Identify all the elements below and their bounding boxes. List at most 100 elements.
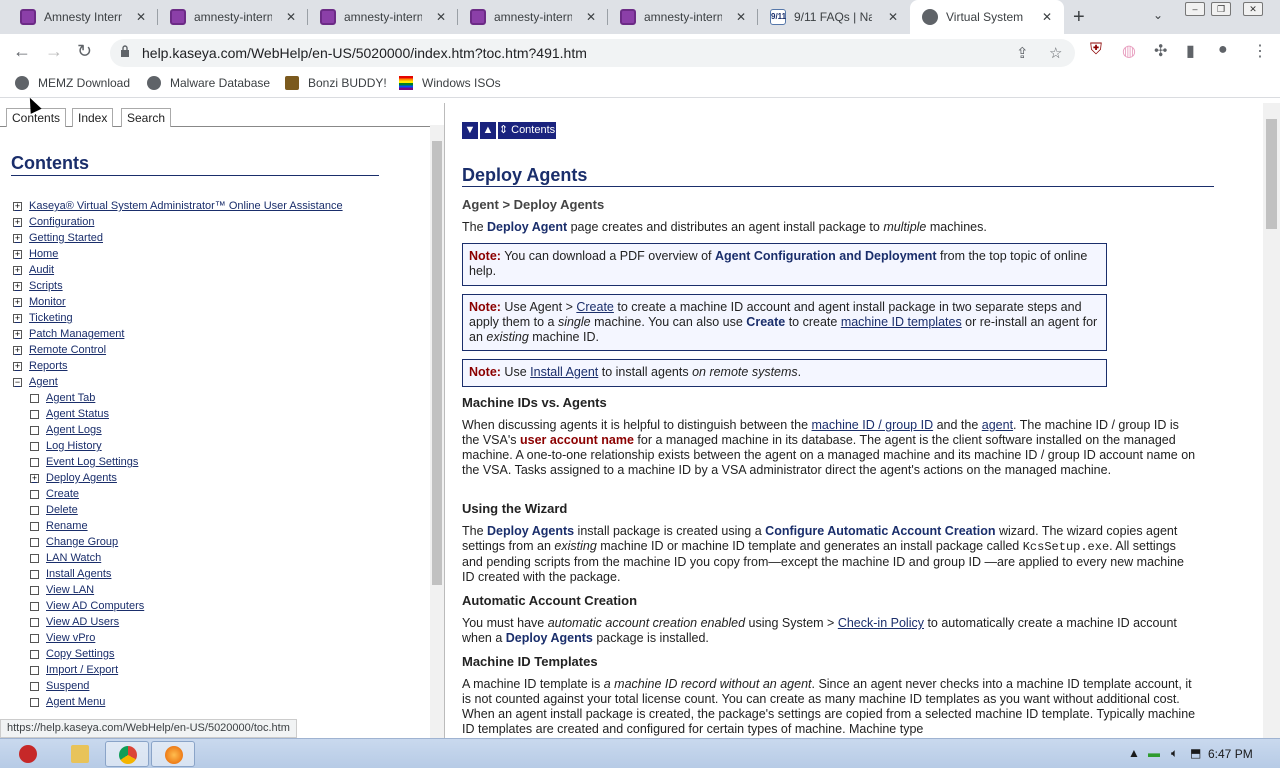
- bookmark-star-icon[interactable]: ☆: [1049, 44, 1062, 62]
- contents-sync-button[interactable]: ⇕ Contents: [498, 122, 556, 139]
- toc-item[interactable]: Delete: [30, 504, 78, 516]
- page-icon[interactable]: [30, 633, 39, 643]
- page-icon[interactable]: [30, 489, 39, 499]
- page-icon[interactable]: [30, 521, 39, 531]
- toc-item[interactable]: + Deploy Agents: [30, 472, 117, 484]
- expand-plus-icon[interactable]: +: [13, 297, 22, 307]
- toc-item[interactable]: Import / Export: [30, 664, 118, 676]
- share-icon[interactable]: ⇪: [1016, 44, 1029, 62]
- toc-item[interactable]: + Reports: [13, 360, 68, 372]
- taskbar-explorer[interactable]: [58, 741, 102, 767]
- agent-link[interactable]: agent: [982, 418, 1013, 432]
- page-icon[interactable]: [30, 505, 39, 515]
- extension-globe-icon[interactable]: ◍: [1122, 41, 1136, 61]
- page-icon[interactable]: [30, 601, 39, 611]
- page-icon[interactable]: [30, 617, 39, 627]
- content-scrollbar[interactable]: [1263, 103, 1280, 738]
- profile-avatar-icon[interactable]: ●: [1218, 41, 1228, 59]
- minimize-window-icon[interactable]: –: [1185, 2, 1205, 16]
- puzzle-icon[interactable]: ✣: [1154, 41, 1167, 61]
- expand-plus-icon[interactable]: +: [13, 233, 22, 243]
- battery-icon[interactable]: ▬: [1148, 746, 1160, 760]
- close-tab-icon[interactable]: ✕: [888, 10, 898, 24]
- page-icon[interactable]: [30, 457, 39, 467]
- toc-item[interactable]: Suspend: [30, 680, 89, 692]
- browser-tab[interactable]: Amnesty Internat ✕: [8, 0, 158, 34]
- toc-scrollbar[interactable]: [430, 125, 444, 738]
- toc-item[interactable]: + Home: [13, 248, 58, 260]
- expand-plus-icon[interactable]: +: [13, 201, 22, 211]
- taskbar-clock[interactable]: 6:47 PM: [1208, 747, 1253, 761]
- create-link[interactable]: Create: [576, 300, 614, 314]
- bookmark-memz[interactable]: MEMZ Download: [15, 76, 130, 90]
- page-icon[interactable]: [30, 409, 39, 419]
- toc-item[interactable]: Log History: [30, 440, 102, 452]
- toc-item[interactable]: Agent Status: [30, 408, 109, 420]
- expand-plus-icon[interactable]: +: [30, 473, 39, 483]
- taskbar-chrome[interactable]: [105, 741, 149, 767]
- toc-item[interactable]: Create: [30, 488, 79, 500]
- close-tab-icon[interactable]: ✕: [736, 10, 746, 24]
- next-topic-arrow-icon[interactable]: ▼: [462, 122, 478, 139]
- tab-search[interactable]: Search: [121, 108, 172, 127]
- browser-tab[interactable]: amnesty-internat ✕: [158, 0, 308, 34]
- page-icon[interactable]: [30, 665, 39, 675]
- ublock-shield-icon[interactable]: ⛨: [1090, 41, 1102, 59]
- page-icon[interactable]: [30, 425, 39, 435]
- close-tab-icon[interactable]: ✕: [1042, 10, 1052, 24]
- toc-item[interactable]: Copy Settings: [30, 648, 114, 660]
- tray-up-arrow-icon[interactable]: ▲: [1128, 746, 1140, 760]
- toc-item[interactable]: Agent Logs: [30, 424, 102, 436]
- toc-item[interactable]: View AD Users: [30, 616, 119, 628]
- reload-icon[interactable]: ↻: [77, 41, 92, 62]
- toc-item[interactable]: View vPro: [30, 632, 95, 644]
- toc-item[interactable]: View LAN: [30, 584, 94, 596]
- close-tab-icon[interactable]: ✕: [286, 10, 296, 24]
- volume-icon[interactable]: 🔈︎: [1171, 746, 1178, 761]
- close-window-icon[interactable]: ✕: [1243, 2, 1263, 16]
- close-tab-icon[interactable]: ✕: [586, 10, 596, 24]
- toc-item[interactable]: Agent Menu: [30, 696, 105, 708]
- browser-tab[interactable]: amnesty-internat ✕: [608, 0, 758, 34]
- toc-item[interactable]: LAN Watch: [30, 552, 101, 564]
- address-bar[interactable]: help.kaseya.com/WebHelp/en-US/5020000/in…: [110, 39, 1075, 67]
- page-icon[interactable]: [30, 649, 39, 659]
- close-tab-icon[interactable]: ✕: [136, 10, 146, 24]
- toc-item[interactable]: + Remote Control: [13, 344, 106, 356]
- toc-item[interactable]: Agent Tab: [30, 392, 95, 404]
- toc-item[interactable]: + Monitor: [13, 296, 66, 308]
- page-icon[interactable]: [30, 569, 39, 579]
- tab-index[interactable]: Index: [72, 108, 114, 127]
- bookmark-windows-isos[interactable]: Windows ISOs: [399, 76, 501, 90]
- taskbar-firefox[interactable]: [151, 741, 195, 767]
- expand-plus-icon[interactable]: +: [13, 329, 22, 339]
- toc-item[interactable]: + Configuration: [13, 216, 94, 228]
- toc-item[interactable]: + Scripts: [13, 280, 63, 292]
- expand-plus-icon[interactable]: +: [13, 281, 22, 291]
- new-tab-plus-icon[interactable]: +: [1073, 6, 1085, 29]
- bookmark-bonzi[interactable]: Bonzi BUDDY!: [285, 76, 387, 90]
- toc-item[interactable]: + Ticketing: [13, 312, 73, 324]
- expand-plus-icon[interactable]: +: [13, 313, 22, 323]
- page-icon[interactable]: [30, 697, 39, 707]
- toc-item[interactable]: + Getting Started: [13, 232, 103, 244]
- page-icon[interactable]: [30, 441, 39, 451]
- expand-plus-icon[interactable]: +: [13, 217, 22, 227]
- machine-id-group-id-link[interactable]: machine ID / group ID: [812, 418, 934, 432]
- kebab-menu-icon[interactable]: ⋮: [1252, 41, 1268, 61]
- expand-plus-icon[interactable]: +: [13, 361, 22, 371]
- toc-scrollbar-thumb[interactable]: [432, 141, 442, 585]
- toc-item[interactable]: Rename: [30, 520, 88, 532]
- browser-tab[interactable]: 9/11 9/11 FAQs | Nat ✕: [758, 0, 910, 34]
- expand-plus-icon[interactable]: +: [13, 265, 22, 275]
- toc-item[interactable]: + Audit: [13, 264, 54, 276]
- page-icon[interactable]: [30, 393, 39, 403]
- browser-tab-active[interactable]: Virtual System A ✕: [910, 0, 1064, 34]
- page-icon[interactable]: [30, 553, 39, 563]
- toc-item[interactable]: Change Group: [30, 536, 118, 548]
- toc-item[interactable]: Event Log Settings: [30, 456, 138, 468]
- toc-item[interactable]: − Agent: [13, 376, 58, 388]
- install-agent-link[interactable]: Install Agent: [530, 365, 598, 379]
- content-scrollbar-thumb[interactable]: [1266, 119, 1277, 229]
- close-tab-icon[interactable]: ✕: [436, 10, 446, 24]
